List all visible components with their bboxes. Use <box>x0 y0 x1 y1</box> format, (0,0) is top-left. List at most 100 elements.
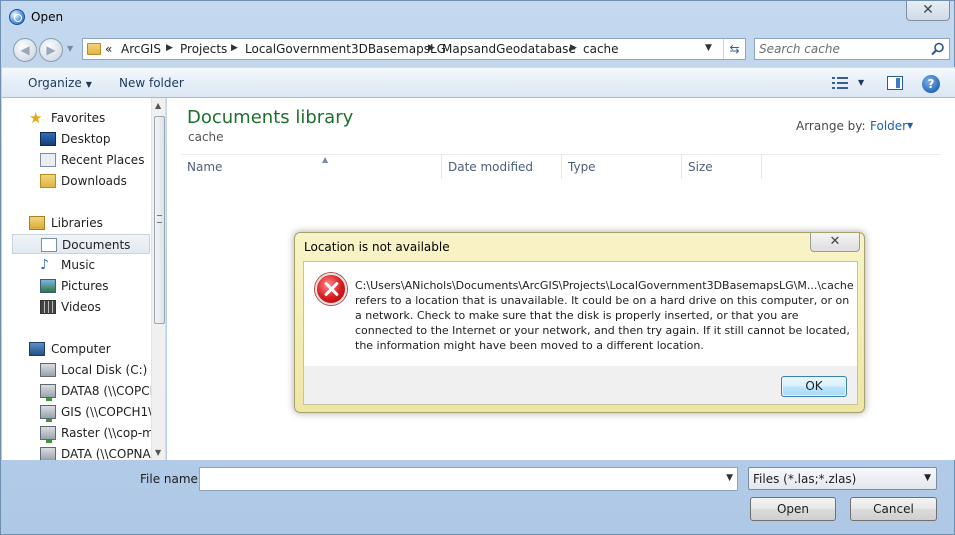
location-unavailable-dialog: Location is not available ✕ C:\Users\ANi… <box>294 232 865 413</box>
view-options-icon[interactable] <box>832 77 848 89</box>
arrange-by-dropdown[interactable]: Folder <box>870 119 907 133</box>
dialog-close-button[interactable]: ✕ <box>810 233 860 252</box>
nav-favorites[interactable]: ★ Favorites <box>2 108 150 128</box>
nav-label: Pictures <box>61 279 109 293</box>
scrollbar-thumb[interactable] <box>154 116 165 324</box>
organize-button[interactable]: Organize ▼ <box>28 76 92 90</box>
network-drive-icon <box>40 447 56 460</box>
column-divider[interactable] <box>761 155 762 179</box>
column-divider[interactable] <box>441 155 442 179</box>
view-dropdown-icon[interactable]: ▼ <box>858 78 864 87</box>
videos-icon <box>40 300 56 314</box>
arrow-right-icon: ▶ <box>46 43 56 57</box>
network-drive-icon <box>40 384 56 401</box>
file-type-dropdown-icon: ▼ <box>924 473 931 483</box>
search-input[interactable] <box>759 41 927 57</box>
nav-label: DATA (\\COPNA <box>61 447 151 460</box>
nav-local-disk[interactable]: Local Disk (C:) <box>2 360 150 380</box>
column-name[interactable]: Name <box>187 160 222 174</box>
nav-desktop[interactable]: Desktop <box>2 129 150 149</box>
arrange-by-label: Arrange by: <box>796 119 866 133</box>
network-drive-icon <box>40 405 56 422</box>
cancel-button[interactable]: Cancel <box>850 497 937 521</box>
breadcrumb-overflow[interactable]: « <box>105 42 112 56</box>
file-type-select[interactable]: Files (*.las;*.zlas) ▼ <box>748 467 937 490</box>
open-button[interactable]: Open <box>750 497 836 521</box>
back-button[interactable]: ◀ <box>13 38 37 62</box>
nav-network-drive-raster[interactable]: Raster (\\cop-ma <box>2 423 161 443</box>
nav-music[interactable]: ♪ Music <box>2 255 150 275</box>
address-bar[interactable]: « ArcGIS ▶ Projects ▶ LocalGovernment3DB… <box>82 38 746 60</box>
nav-network-drive-gis[interactable]: GIS (\\COPCH1\( <box>2 402 157 422</box>
refresh-icon: ⇆ <box>729 42 740 56</box>
nav-label: Recent Places <box>61 153 145 167</box>
chevron-right-icon[interactable]: ▶ <box>570 43 577 53</box>
column-size[interactable]: Size <box>688 160 713 174</box>
recent-locations-dropdown[interactable]: ▼ <box>67 44 73 53</box>
window-title: Open <box>31 10 64 24</box>
nav-recent-places[interactable]: Recent Places <box>2 150 150 170</box>
chevron-right-icon[interactable]: ▶ <box>166 43 173 53</box>
recent-places-icon <box>40 153 56 167</box>
computer-icon <box>29 342 45 356</box>
breadcrumb-localgovernment[interactable]: LocalGovernment3DBasemapsLG <box>245 42 446 56</box>
pictures-icon <box>40 279 56 293</box>
file-name-input[interactable]: ▼ <box>199 467 738 491</box>
nav-label: Desktop <box>61 132 111 146</box>
breadcrumb-projects[interactable]: Projects <box>180 42 227 56</box>
search-box[interactable] <box>754 38 950 60</box>
file-type-value: Files (*.las;*.zlas) <box>753 472 857 486</box>
refresh-button[interactable]: ⇆ <box>723 39 745 59</box>
nav-videos[interactable]: Videos <box>2 297 150 317</box>
music-icon: ♪ <box>40 257 49 273</box>
nav-libraries[interactable]: Libraries <box>2 213 150 233</box>
error-icon <box>315 273 347 305</box>
organize-label: Organize <box>28 76 82 90</box>
caret-down-icon[interactable]: ▼ <box>907 121 913 130</box>
preview-pane-icon[interactable] <box>887 76 903 90</box>
libraries-icon <box>29 216 45 230</box>
title-bar: Open ✕ <box>1 1 954 33</box>
library-subtitle: cache <box>188 130 224 144</box>
chevron-right-icon[interactable]: ▶ <box>231 43 238 53</box>
nav-label: Local Disk (C:) <box>61 363 148 377</box>
chevron-right-icon[interactable]: ▶ <box>428 43 435 53</box>
app-icon <box>9 9 25 25</box>
nav-network-drive-data[interactable]: DATA (\\COPNA <box>2 444 151 460</box>
help-icon[interactable]: ? <box>922 75 940 93</box>
nav-label: Music <box>61 258 96 272</box>
nav-documents[interactable]: Documents <box>12 234 150 254</box>
forward-button[interactable]: ▶ <box>39 38 63 62</box>
desktop-icon <box>40 132 56 146</box>
star-icon: ★ <box>29 109 43 127</box>
command-bar: Organize ▼ New folder ▼ ? <box>2 67 955 98</box>
window-close-button[interactable]: ✕ <box>906 1 950 21</box>
dialog-body: C:\Users\ANichols\Documents\ArcGIS\Proje… <box>303 261 858 405</box>
column-divider[interactable] <box>561 155 562 179</box>
column-divider[interactable] <box>681 155 682 179</box>
new-folder-button[interactable]: New folder <box>119 76 184 90</box>
breadcrumb-arcgis[interactable]: ArcGIS <box>121 42 161 56</box>
scroll-down-icon[interactable]: ▼ <box>155 448 161 457</box>
nav-label: GIS (\\COPCH1\( <box>61 405 157 419</box>
address-dropdown-icon[interactable]: ▼ <box>705 43 712 53</box>
nav-scrollbar[interactable]: ▲ ▼ <box>151 98 165 460</box>
nav-computer[interactable]: Computer <box>2 339 150 359</box>
nav-network-drive-data8[interactable]: DATA8 (\\COPCH <box>2 381 159 401</box>
column-header: ▲ Name Date modified Type Size <box>181 154 941 179</box>
sort-ascending-icon: ▲ <box>322 155 329 164</box>
nav-label: Videos <box>61 300 101 314</box>
file-name-dropdown-icon[interactable]: ▼ <box>726 473 733 483</box>
column-date-modified[interactable]: Date modified <box>448 160 533 174</box>
dialog-message: C:\Users\ANichols\Documents\ArcGIS\Proje… <box>355 279 854 352</box>
scroll-up-icon[interactable]: ▲ <box>155 101 161 110</box>
open-file-dialog: Open ✕ ◀ ▶ ▼ « ArcGIS ▶ Projects ▶ Local… <box>0 0 955 535</box>
nav-pictures[interactable]: Pictures <box>2 276 150 296</box>
column-type[interactable]: Type <box>568 160 596 174</box>
breadcrumb-mapsandgeodatabase[interactable]: MapsandGeodatabase <box>442 42 576 56</box>
nav-downloads[interactable]: Downloads <box>2 171 150 191</box>
breadcrumb-cache[interactable]: cache <box>583 42 619 56</box>
file-name-label: File name: <box>140 472 202 486</box>
search-icon[interactable] <box>931 42 945 56</box>
ok-button[interactable]: OK <box>781 376 847 397</box>
